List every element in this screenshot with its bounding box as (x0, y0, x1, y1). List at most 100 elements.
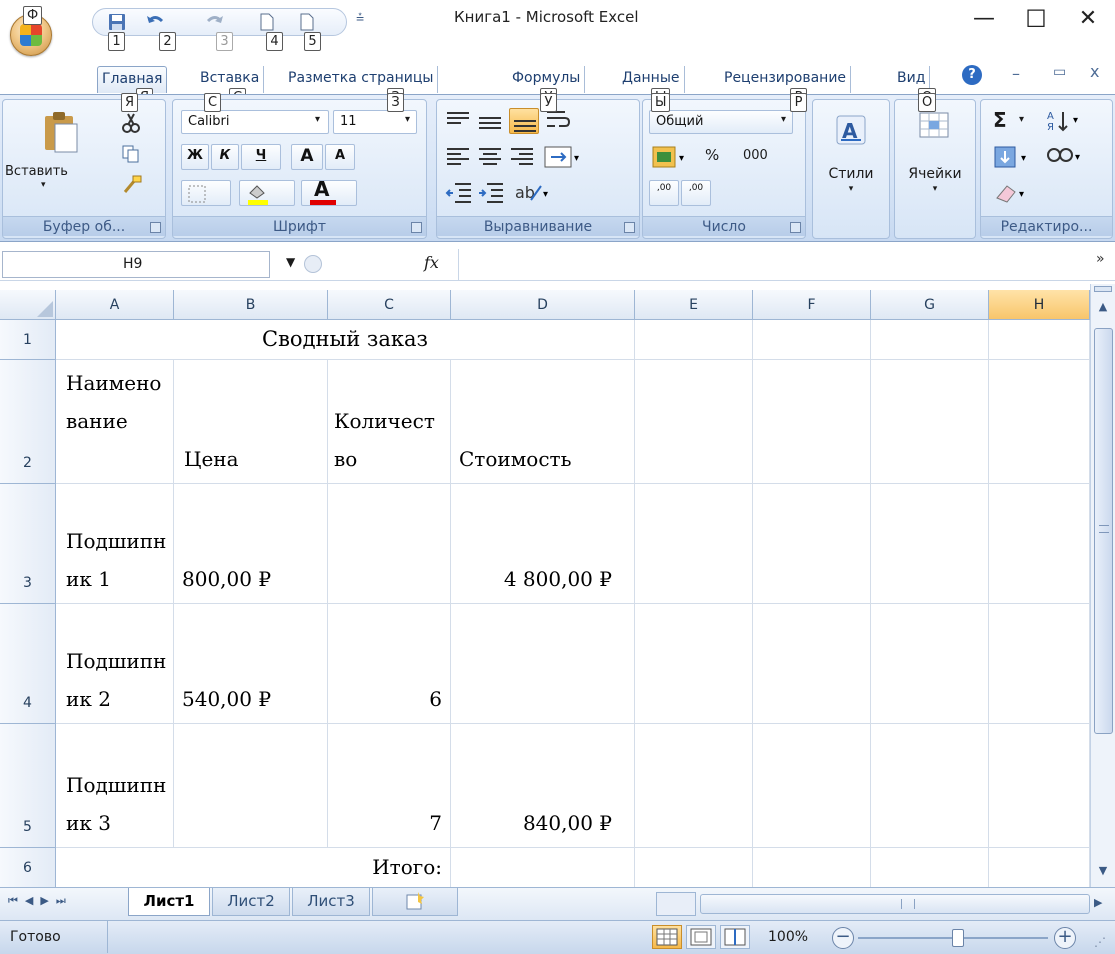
row-header-6[interactable]: 6 (0, 848, 56, 887)
cell-c2[interactable]: Количество (328, 360, 451, 484)
sheet-tab-1[interactable]: Лист1 (128, 888, 210, 916)
qat-customize-icon[interactable]: ⩮ (356, 10, 364, 26)
tab-home[interactable]: Главная (97, 66, 168, 93)
sheet-tab-3[interactable]: Лист3 (292, 888, 370, 916)
name-box-dropdown-icon[interactable]: ▼ (286, 255, 295, 269)
cut-icon[interactable] (120, 112, 142, 134)
cell-a6-merged[interactable]: Итого: (56, 848, 451, 887)
scroll-up-icon[interactable]: ▲ (1093, 300, 1113, 318)
cell-c4[interactable]: 6 (328, 604, 451, 724)
horizontal-scroll-thumb[interactable] (700, 894, 1090, 914)
cell-g1[interactable] (871, 320, 989, 360)
select-all-button[interactable] (0, 290, 56, 320)
align-center-icon[interactable] (477, 146, 503, 168)
scroll-right-icon[interactable]: ▶ (1094, 896, 1102, 909)
row-header-1[interactable]: 1 (0, 320, 56, 360)
cells-label[interactable]: Ячейки (895, 166, 975, 182)
currency-icon[interactable]: ▾ (651, 144, 691, 170)
cell-e5[interactable] (635, 724, 753, 848)
column-header-h[interactable]: H (989, 290, 1090, 320)
borders-button[interactable] (181, 180, 231, 206)
page-layout-view-button[interactable] (686, 925, 716, 949)
cell-c3[interactable] (328, 484, 451, 604)
vertical-scrollbar[interactable]: ▲ ▼ (1090, 284, 1115, 887)
cell-a1-merged[interactable]: Сводный заказ (56, 320, 635, 360)
redo-icon[interactable] (205, 12, 225, 32)
cell-g3[interactable] (871, 484, 989, 604)
workbook-minimize-button[interactable]: – (1012, 64, 1020, 83)
resize-grip-icon[interactable]: ⋰ (1094, 935, 1106, 949)
cell-h2[interactable] (989, 360, 1090, 484)
cell-f5[interactable] (753, 724, 871, 848)
paste-label[interactable]: Вставить (5, 164, 68, 179)
cells-icon[interactable] (917, 110, 951, 142)
column-header-c[interactable]: C (328, 290, 451, 320)
clipboard-dialog-launcher[interactable] (150, 222, 161, 233)
column-header-b[interactable]: B (174, 290, 328, 320)
sheet-nav-icons[interactable]: ⏮◀▶⏭ (8, 894, 73, 908)
column-header-a[interactable]: A (56, 290, 174, 320)
insert-sheet-button[interactable] (372, 888, 458, 916)
expand-formula-bar-icon[interactable]: » (1096, 251, 1105, 267)
orientation-icon[interactable]: ab ▾ (513, 180, 553, 204)
decrease-indent-icon[interactable] (445, 180, 473, 204)
tab-page-layout[interactable]: Разметка страницы (284, 66, 439, 93)
cell-h1[interactable] (989, 320, 1090, 360)
function-icon[interactable]: fx (424, 253, 439, 272)
bold-button[interactable]: Ж (181, 144, 209, 170)
cell-h4[interactable] (989, 604, 1090, 724)
thousands-button[interactable]: 000 (743, 148, 768, 163)
autosum-icon[interactable]: Σ (993, 108, 1007, 132)
zoom-level[interactable]: 100% (768, 929, 808, 945)
cell-h5[interactable] (989, 724, 1090, 848)
cell-e6[interactable] (635, 848, 753, 887)
cell-b4[interactable]: 540,00 ₽ (174, 604, 328, 724)
find-select-icon[interactable]: ▾ (1045, 142, 1085, 170)
formula-input[interactable] (458, 249, 1090, 280)
cell-g4[interactable] (871, 604, 989, 724)
cell-f4[interactable] (753, 604, 871, 724)
new-document-icon[interactable] (257, 12, 277, 32)
font-color-button[interactable]: A (301, 178, 357, 206)
align-right-icon[interactable] (509, 146, 535, 168)
styles-label[interactable]: Стили (813, 166, 889, 182)
cell-f2[interactable] (753, 360, 871, 484)
column-header-d[interactable]: D (451, 290, 635, 320)
number-format-select[interactable]: Общий (649, 110, 793, 134)
cell-f6[interactable] (753, 848, 871, 887)
column-header-f[interactable]: F (753, 290, 871, 320)
clear-icon[interactable]: ▾ (993, 180, 1033, 204)
maximize-button[interactable]: ☐ (1010, 2, 1062, 36)
cell-d5[interactable]: 840,00 ₽ (451, 724, 635, 848)
cell-b5[interactable] (174, 724, 328, 848)
close-button[interactable]: ✕ (1062, 2, 1114, 36)
workbook-restore-button[interactable]: ▭ (1053, 64, 1066, 80)
shrink-font-button[interactable]: A (325, 144, 355, 170)
cell-b2[interactable]: Цена (174, 360, 328, 484)
zoom-out-icon[interactable]: − (832, 927, 854, 949)
cell-a3[interactable]: Подшипник 1 (56, 484, 174, 604)
zoom-slider-thumb[interactable] (952, 929, 964, 947)
sort-filter-icon[interactable]: АЯ ▾ (1045, 108, 1085, 134)
align-top-icon[interactable] (445, 110, 471, 132)
styles-icon[interactable]: A (835, 114, 867, 146)
cell-f1[interactable] (753, 320, 871, 360)
font-dialog-launcher[interactable] (411, 222, 422, 233)
align-left-icon[interactable] (445, 146, 471, 168)
alignment-dialog-launcher[interactable] (624, 222, 635, 233)
copy-icon[interactable] (121, 144, 141, 164)
cell-d2[interactable]: Стоимость (451, 360, 635, 484)
format-painter-icon[interactable] (121, 174, 143, 196)
row-header-5[interactable]: 5 (0, 724, 56, 848)
cell-a5[interactable]: Подшипник 3 (56, 724, 174, 848)
cell-f3[interactable] (753, 484, 871, 604)
cell-a4[interactable]: Подшипник 2 (56, 604, 174, 724)
underline-button[interactable]: Ч (241, 144, 281, 170)
tab-review[interactable]: Рецензирование (720, 66, 852, 93)
paste-icon[interactable] (41, 110, 81, 154)
cell-b3[interactable]: 800,00 ₽ (174, 484, 328, 604)
font-name-select[interactable]: Calibri (181, 110, 329, 134)
normal-view-button[interactable] (652, 925, 682, 949)
save-icon[interactable] (107, 12, 127, 32)
grow-font-button[interactable]: A (291, 144, 323, 170)
